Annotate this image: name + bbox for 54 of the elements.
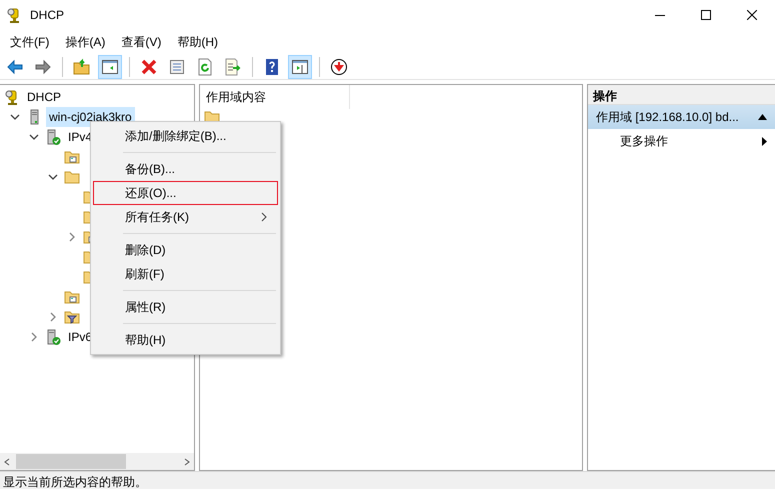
tree-item[interactable]: DHCP	[24, 87, 64, 107]
menu-item[interactable]: 查看(V)	[113, 30, 170, 54]
menu-item[interactable]: 备份(B)...	[93, 157, 278, 181]
menu-item[interactable]: 还原(O)...	[93, 181, 278, 205]
menu-item[interactable]: 文件(F)	[2, 30, 58, 54]
submenu-arrow-icon	[762, 136, 767, 146]
app-icon	[6, 7, 22, 23]
expand-chevron-icon[interactable]	[29, 132, 39, 142]
toolbar-button[interactable]	[98, 54, 122, 78]
actions-section[interactable]: 作用域 [192.168.10.0] bd...	[588, 105, 775, 129]
panel-icon	[291, 58, 309, 76]
expand-chevron-icon[interactable]	[48, 172, 58, 182]
panel-icon	[101, 58, 119, 76]
maximize-icon	[701, 10, 711, 20]
window-title: DHCP	[30, 7, 66, 24]
menu-item[interactable]: 帮助(H)	[93, 328, 278, 352]
section-title: 作用域 [192.168.10.0] bd...	[596, 109, 739, 126]
export-list-icon	[224, 58, 242, 76]
menu-item[interactable]: 删除(D)	[93, 238, 278, 262]
server-icon	[45, 129, 61, 145]
folder-up-icon	[73, 58, 91, 76]
trophy-icon	[4, 89, 20, 105]
filter-icon	[64, 309, 80, 325]
close-icon	[747, 10, 757, 20]
properties-icon	[168, 58, 186, 76]
delete-icon	[140, 58, 158, 76]
column-header[interactable]: 作用域内容	[200, 85, 350, 109]
scroll-left-icon[interactable]	[3, 458, 11, 466]
submenu-chevron-icon	[261, 212, 267, 222]
action-item[interactable]: 更多操作	[588, 129, 775, 153]
collapse-chevron-icon[interactable]	[67, 232, 77, 242]
toolbar-button[interactable]	[288, 54, 312, 78]
refresh-icon	[196, 58, 214, 76]
help-icon	[263, 58, 281, 76]
menu-item[interactable]: 属性(R)	[93, 295, 278, 319]
server-icon	[45, 329, 61, 345]
collapse-chevron-icon[interactable]	[29, 332, 39, 342]
back-arrow-icon	[6, 58, 24, 76]
forward-arrow-icon	[34, 58, 52, 76]
menu-item[interactable]: 所有任务(K)	[93, 205, 278, 229]
status-text: 显示当前所选内容的帮助。	[0, 471, 775, 489]
folder-icon	[64, 169, 80, 185]
horizontal-scrollbar[interactable]	[0, 453, 194, 470]
scroll-right-icon[interactable]	[183, 458, 191, 466]
folder-icon	[64, 289, 80, 305]
menu-item[interactable]: 操作(A)	[57, 30, 114, 54]
actions-header: 操作	[588, 85, 775, 105]
folder-icon	[64, 149, 80, 165]
collapse-chevron-icon[interactable]	[48, 312, 58, 322]
collapse-triangle-icon[interactable]	[758, 114, 767, 120]
menu-item[interactable]: 添加/删除绑定(B)...	[93, 124, 278, 148]
menu-item[interactable]: 刷新(F)	[93, 262, 278, 286]
menu-item[interactable]: 帮助(H)	[169, 30, 226, 54]
expand-chevron-icon[interactable]	[10, 112, 20, 122]
